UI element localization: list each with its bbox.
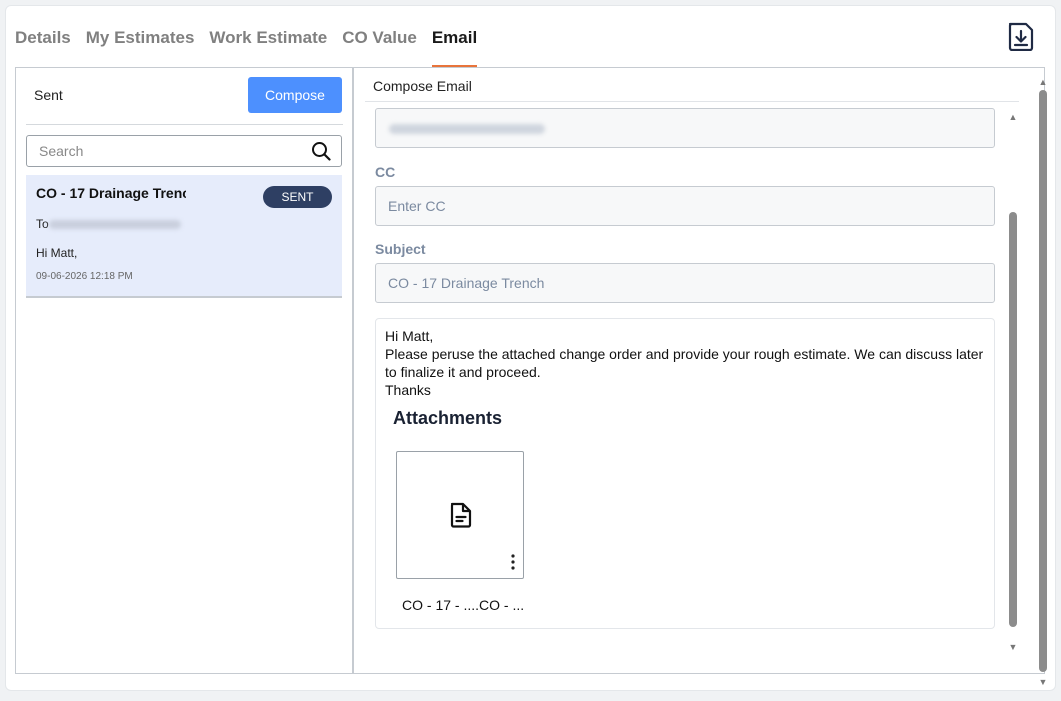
- email-body-text[interactable]: Hi Matt, Please peruse the attached chan…: [385, 327, 991, 399]
- tab-bar: Details My Estimates Work Estimate CO Va…: [15, 28, 492, 68]
- cc-field[interactable]: [375, 186, 995, 226]
- to-label: To: [36, 217, 49, 231]
- divider: [365, 101, 1019, 102]
- tab-email[interactable]: Email: [431, 28, 478, 68]
- sent-folder-label: Sent: [34, 87, 63, 103]
- email-body-editor[interactable]: Hi Matt, Please peruse the attached chan…: [375, 318, 995, 629]
- compose-scrollbar[interactable]: ▲ ▼: [1008, 112, 1018, 652]
- subject-field[interactable]: [375, 263, 995, 303]
- compose-button[interactable]: Compose: [248, 77, 342, 113]
- redacted-email: [389, 124, 545, 134]
- attachments-heading: Attachments: [393, 408, 503, 428]
- mail-recipient: To: [36, 217, 181, 231]
- scroll-up-icon[interactable]: ▲: [1008, 112, 1018, 122]
- scroll-down-icon[interactable]: ▼: [1008, 642, 1018, 652]
- mail-list-item[interactable]: CO - 17 Drainage Trencl SENT To Hi Matt,…: [26, 175, 342, 298]
- status-badge: SENT: [263, 186, 332, 208]
- more-options-icon[interactable]: [510, 554, 516, 570]
- tab-my-estimates[interactable]: My Estimates: [86, 28, 195, 68]
- body-line: Please peruse the attached change order …: [385, 346, 984, 380]
- cc-label: CC: [375, 164, 396, 180]
- email-panel: Sent Compose CO - 17 Drainage Trencl SEN…: [15, 67, 1045, 674]
- attachment-name: CO - 17 - ....CO - ...: [402, 597, 525, 613]
- scrollbar-thumb[interactable]: [1009, 212, 1017, 627]
- tab-details[interactable]: Details: [15, 28, 71, 68]
- redacted-email: [48, 220, 181, 230]
- subject-label: Subject: [375, 241, 426, 257]
- search-input[interactable]: [27, 136, 297, 166]
- scrollbar-thumb[interactable]: [1039, 90, 1047, 672]
- compose-title: Compose Email: [373, 78, 472, 94]
- scroll-down-icon[interactable]: ▼: [1037, 676, 1049, 688]
- compose-pane: Compose Email CC Subject Hi Matt, Please…: [365, 68, 1019, 673]
- mail-preview: Hi Matt,: [36, 246, 78, 260]
- body-line: Thanks: [385, 382, 431, 398]
- search-box: [26, 135, 342, 167]
- mail-subject: CO - 17 Drainage Trencl: [36, 185, 186, 201]
- scroll-up-icon[interactable]: ▲: [1037, 76, 1049, 88]
- download-document-icon[interactable]: [1007, 21, 1035, 51]
- tab-co-value[interactable]: CO Value: [342, 28, 417, 68]
- divider: [26, 124, 343, 125]
- page-scrollbar[interactable]: ▲ ▼: [1037, 76, 1049, 688]
- search-icon[interactable]: [311, 141, 331, 161]
- email-card: Details My Estimates Work Estimate CO Va…: [5, 5, 1056, 691]
- tab-work-estimate[interactable]: Work Estimate: [209, 28, 327, 68]
- body-line: Hi Matt,: [385, 328, 434, 344]
- mail-list-pane: Sent Compose CO - 17 Drainage Trencl SEN…: [16, 68, 354, 673]
- attachment-card[interactable]: [396, 451, 524, 579]
- mail-timestamp: 09-06-2026 12:18 PM: [36, 271, 133, 282]
- document-icon: [450, 502, 472, 528]
